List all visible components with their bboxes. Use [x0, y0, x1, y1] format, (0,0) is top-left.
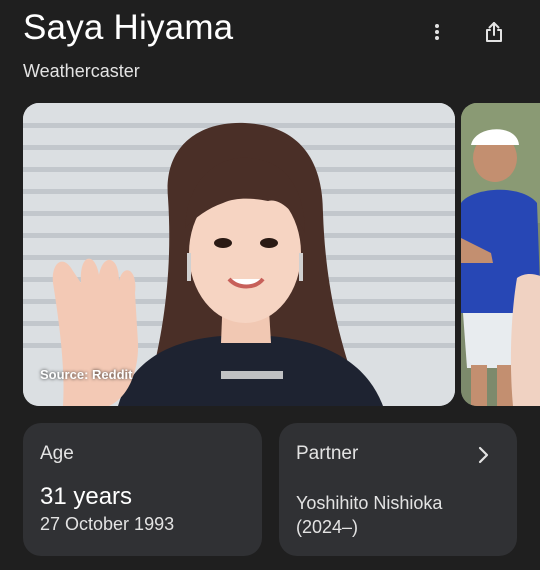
more-vert-icon [435, 24, 439, 40]
birth-date: 27 October 1993 [40, 514, 175, 534]
page-subtitle: Weathercaster [23, 61, 140, 81]
page-title: Saya Hiyama [23, 8, 234, 47]
image-carousel[interactable]: Source: Reddit [23, 103, 540, 406]
more-options-button[interactable] [419, 14, 455, 50]
knowledge-panel: Saya Hiyama Weathercaster Source: Reddit… [0, 0, 540, 570]
share-icon [486, 22, 502, 42]
next-image[interactable] [461, 103, 540, 406]
chevron-right-icon [478, 446, 489, 464]
partner-card[interactable]: Partner Yoshihito Nishioka (2024–) [279, 423, 517, 556]
image-source-label: Source: Reddit [40, 367, 133, 382]
age-label: Age [40, 443, 74, 464]
main-image[interactable]: Source: Reddit [23, 103, 455, 406]
portrait-photo [23, 103, 455, 406]
age-card: Age 31 years 27 October 1993 [23, 423, 262, 556]
tennis-player-photo [461, 103, 540, 406]
partner-period: (2024–) [296, 517, 359, 537]
age-value: 31 years [40, 483, 133, 510]
share-button[interactable] [476, 14, 512, 50]
partner-name: Yoshihito Nishioka [296, 493, 443, 513]
partner-label: Partner [296, 443, 359, 464]
